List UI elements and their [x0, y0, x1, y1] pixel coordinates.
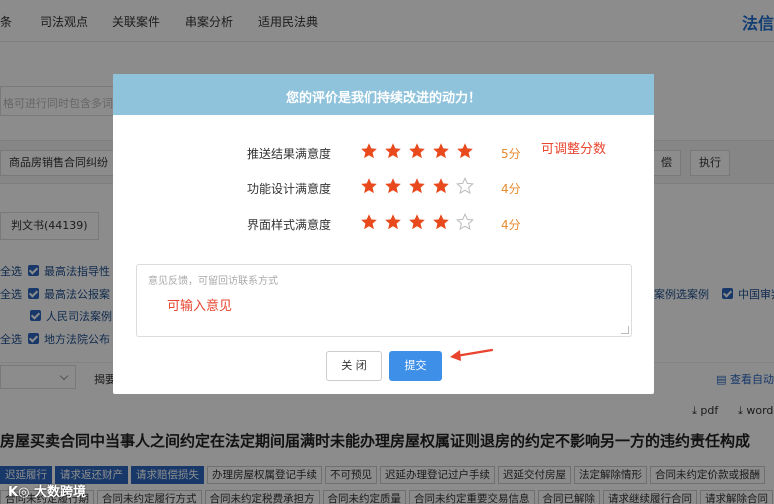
rating-label-features: 功能设计满意度	[247, 182, 332, 196]
arrow-left-icon	[450, 348, 494, 361]
star-filled-icon[interactable]	[360, 177, 378, 195]
rating-stars-interface[interactable]	[360, 213, 480, 231]
watermark-logo-icon: K◎	[8, 485, 34, 500]
rating-stars-results[interactable]	[360, 142, 480, 160]
resize-handle-icon[interactable]	[621, 326, 629, 334]
star-filled-icon[interactable]	[432, 177, 450, 195]
star-empty-icon[interactable]	[456, 213, 474, 231]
star-filled-icon[interactable]	[408, 177, 426, 195]
dialog-title: 您的评价是我们持续改进的动力！	[285, 91, 481, 106]
star-filled-icon[interactable]	[384, 213, 402, 231]
rating-label-interface: 界面样式满意度	[247, 218, 332, 232]
star-filled-icon[interactable]	[360, 213, 378, 231]
rating-score-results: 5分	[501, 147, 521, 161]
star-filled-icon[interactable]	[432, 213, 450, 231]
star-filled-icon[interactable]	[432, 142, 450, 160]
rating-score-interface: 4分	[501, 218, 521, 232]
star-filled-icon[interactable]	[384, 177, 402, 195]
annotation-input-hint: 可输入意见	[167, 299, 233, 314]
annotation-adjustable-score: 可调整分数	[541, 142, 607, 157]
rating-dialog: 您的评价是我们持续改进的动力！ 推送结果满意度 5分 功能设计满意度 4分 界面…	[113, 74, 654, 394]
feedback-textarea[interactable]: 意见反馈，可留回访联系方式 可输入意见	[136, 264, 632, 337]
watermark: K◎ 大数跨境	[8, 481, 86, 500]
star-filled-icon[interactable]	[456, 142, 474, 160]
dialog-header: 您的评价是我们持续改进的动力！	[113, 74, 654, 115]
rating-stars-features[interactable]	[360, 177, 480, 195]
star-filled-icon[interactable]	[408, 142, 426, 160]
star-filled-icon[interactable]	[360, 142, 378, 160]
feedback-placeholder: 意见反馈，可留回访联系方式	[148, 276, 278, 287]
submit-button[interactable]: 提交	[389, 351, 442, 381]
rating-score-features: 4分	[501, 182, 521, 196]
star-empty-icon[interactable]	[456, 177, 474, 195]
rating-label-results: 推送结果满意度	[247, 147, 332, 161]
star-filled-icon[interactable]	[408, 213, 426, 231]
close-button[interactable]: 关 闭	[326, 351, 382, 381]
watermark-text: 大数跨境	[33, 485, 86, 500]
star-filled-icon[interactable]	[384, 142, 402, 160]
